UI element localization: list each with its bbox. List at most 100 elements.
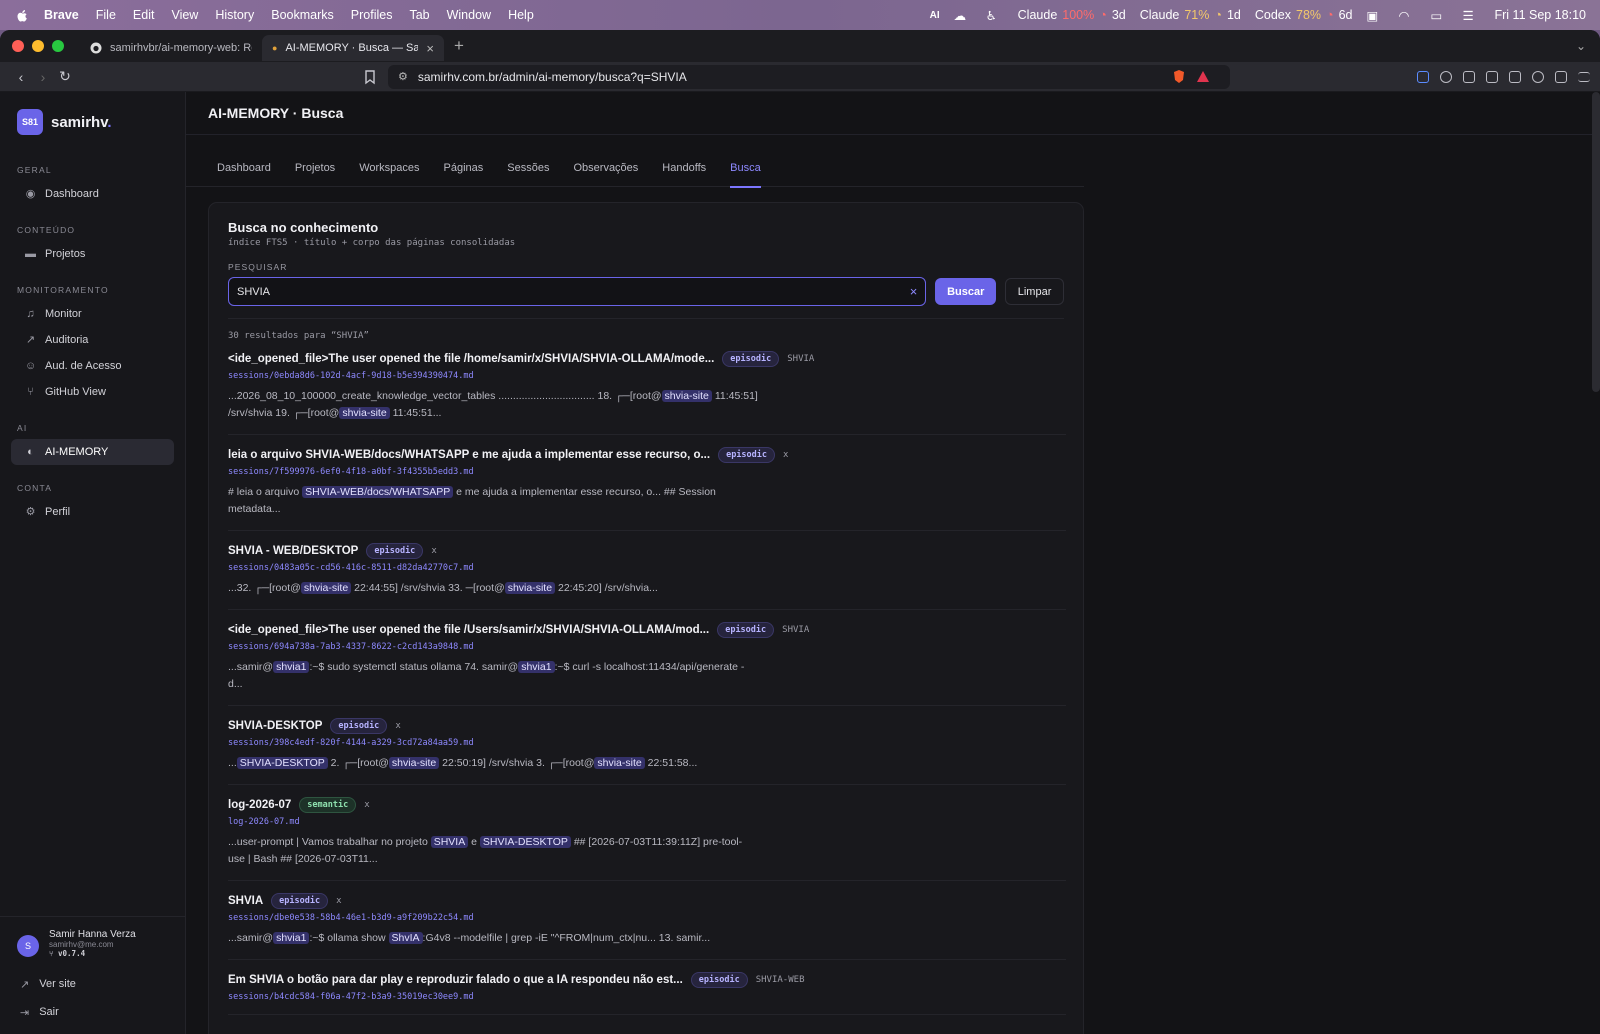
briefcase-icon[interactable]: ▣ [1367, 8, 1385, 23]
claude-usage-2[interactable]: Claude 71% ◔ 1d [1140, 8, 1241, 22]
bookmark-icon[interactable] [362, 69, 378, 85]
menu-file[interactable]: File [96, 8, 116, 22]
leo-ai-icon[interactable] [1532, 70, 1544, 83]
result-title[interactable]: SHVIA-DESKTOP [228, 720, 322, 732]
apple-icon[interactable] [14, 7, 30, 23]
menu-history[interactable]: History [215, 8, 254, 22]
brave-rewards-icon[interactable] [1196, 69, 1210, 84]
tab-dashboard[interactable]: Dashboard [217, 162, 271, 187]
result-title[interactable]: leia o arquivo SHVIA-WEB/docs/WHATSAPP e… [228, 449, 710, 461]
claude-usage-1[interactable]: Claude 100% ◔ 3d [1018, 8, 1126, 22]
tab-handoffs[interactable]: Handoffs [662, 162, 706, 187]
site-settings-icon[interactable]: ⚙ [398, 70, 408, 83]
result-title[interactable]: Em SHVIA o botão para dar play e reprodu… [228, 974, 683, 986]
extension-icon[interactable] [1417, 70, 1429, 83]
search-input[interactable]: SHVIA × [228, 277, 927, 306]
sidebar-item-github-view[interactable]: ⑂ GitHub View [11, 379, 174, 405]
browser-tab-github[interactable]: samirhvbr/ai-memory-web: Read-o [80, 35, 262, 61]
vpn-icon[interactable] [1440, 70, 1452, 83]
menu-view[interactable]: View [171, 8, 198, 22]
tab-sessoes[interactable]: Sessões [507, 162, 549, 187]
menu-app-name[interactable]: Brave [44, 8, 79, 22]
wifi-icon[interactable]: ◠ [1399, 8, 1417, 23]
new-tab-icon[interactable]: + [454, 36, 464, 56]
result-title[interactable]: <ide_opened_file>The user opened the fil… [228, 353, 714, 365]
wallet-icon[interactable] [1509, 70, 1521, 83]
result-path[interactable]: sessions/0ebda8d6-102d-4acf-9d18-b5e3943… [228, 371, 1066, 381]
codex-usage[interactable]: Codex 78% ◔ 6d [1255, 8, 1353, 22]
clear-button[interactable]: Limpar [1005, 278, 1064, 305]
hamburger-menu-icon[interactable] [1578, 71, 1590, 82]
forward-icon[interactable]: › [32, 69, 54, 85]
sidebar-item-label: Aud. de Acesso [45, 360, 122, 372]
cloud-icon[interactable]: ☁ [954, 8, 972, 23]
menu-bookmarks[interactable]: Bookmarks [271, 8, 334, 22]
sidebar-item-dashboard[interactable]: ◉ Dashboard [11, 181, 174, 207]
sidebar-item-auditoria[interactable]: ↗ Auditoria [11, 327, 174, 353]
list-item[interactable]: SHVIA episodic x sessions/dbe0e538-58b4-46e… [228, 881, 1066, 960]
list-item[interactable]: SHVIA-DESKTOP episodic x sessions/398c4edf-… [228, 706, 1066, 785]
minimize-window-button[interactable] [32, 40, 44, 52]
menu-profiles[interactable]: Profiles [351, 8, 393, 22]
sidebar-item-monitor[interactable]: ♫ Monitor [11, 301, 174, 327]
sair-link[interactable]: ⇥ Sair [0, 998, 185, 1026]
result-path[interactable]: log-2026-07.md [228, 817, 1066, 827]
zoom-window-button[interactable] [52, 40, 64, 52]
address-bar[interactable]: ⚙ samirhv.com.br/admin/ai-memory/busca?q… [388, 64, 1230, 89]
tab-paginas[interactable]: Páginas [444, 162, 484, 187]
result-title[interactable]: SHVIA - WEB/DESKTOP [228, 545, 358, 557]
shield-icon[interactable] [1555, 70, 1567, 83]
search-heading: Busca no conhecimento [228, 220, 379, 235]
result-path[interactable]: sessions/7f599976-6ef0-4f18-a0bf-3f4355b… [228, 467, 1066, 477]
clock[interactable]: Fri 11 Sep 18:10 [1495, 8, 1587, 22]
tab-observacoes[interactable]: Observações [573, 162, 638, 187]
result-path[interactable]: sessions/694a738a-7ab3-4337-8622-c2cd143… [228, 642, 1066, 652]
search-button[interactable]: Buscar [935, 278, 997, 305]
brave-shield-icon[interactable] [1172, 69, 1186, 84]
browser-tab-active[interactable]: ● AI-MEMORY · Busca — Samirh × [262, 35, 444, 61]
list-item[interactable]: <ide_opened_file>The user opened the fil… [228, 341, 1066, 435]
ver-site-link[interactable]: ↗ Ver site [0, 970, 185, 998]
page-scrollbar[interactable] [1592, 92, 1600, 392]
result-title[interactable]: log-2026-07 [228, 799, 291, 811]
sidebar-item-projetos[interactable]: ▬ Projetos [11, 241, 174, 267]
control-center-icon[interactable]: ☰ [1463, 8, 1481, 23]
result-path[interactable]: sessions/0483a05c-cd56-416c-8511-d82da42… [228, 563, 1066, 573]
result-path[interactable]: sessions/dbe0e538-58b4-46e1-b3d9-a9f209b… [228, 913, 1066, 923]
back-icon[interactable]: ‹ [10, 69, 32, 85]
menu-help[interactable]: Help [508, 8, 534, 22]
chevron-down-icon[interactable]: ⌄ [1576, 39, 1586, 53]
user-card[interactable]: S Samir Hanna Verza samirhv@me.com ⑂ v0.… [0, 916, 185, 970]
close-tab-icon[interactable]: × [426, 41, 434, 56]
battery-icon[interactable]: ▭ [1431, 8, 1449, 23]
brand[interactable]: S81 samirhv. [0, 92, 185, 135]
list-item[interactable]: SHVIA - WEB/DESKTOP episodic x sessions/048… [228, 531, 1066, 610]
reload-icon[interactable]: ↻ [54, 68, 76, 85]
puzzle-icon[interactable] [1463, 70, 1475, 83]
sidebar-toggle-icon[interactable] [1486, 70, 1498, 83]
accessibility-icon[interactable]: ♿ [986, 8, 1004, 23]
list-item[interactable]: Em SHVIA o botão para dar play e reprodu… [228, 960, 1066, 1015]
tab-workspaces[interactable]: Workspaces [359, 162, 419, 187]
snippet-text: ...samir@ [228, 932, 274, 944]
result-path[interactable]: sessions/b4cdc584-f06a-47f2-b3a9-35019ec… [228, 992, 1066, 1002]
tab-busca[interactable]: Busca [730, 162, 761, 188]
sidebar-item-ai-memory[interactable]: ◐ AI-MEMORY [11, 439, 174, 465]
result-title[interactable]: <ide_opened_file>The user opened the fil… [228, 624, 709, 636]
sidebar-item-aud-acesso[interactable]: ☺ Aud. de Acesso [11, 353, 174, 379]
close-window-button[interactable] [12, 40, 24, 52]
tab-projetos[interactable]: Projetos [295, 162, 335, 187]
clear-input-icon[interactable]: × [910, 284, 918, 299]
result-title[interactable]: SHVIA [228, 895, 263, 907]
menu-window[interactable]: Window [447, 8, 491, 22]
sidebar-item-perfil[interactable]: ⚙ Perfil [11, 499, 174, 525]
memory-type-badge: episodic [690, 972, 748, 988]
list-item[interactable]: log-2026-07 semantic x log-2026-07.md ...use… [228, 785, 1066, 881]
menu-tab[interactable]: Tab [409, 8, 429, 22]
list-item[interactable]: leia o arquivo SHVIA-WEB/docs/WHATSAPP e… [228, 435, 1066, 531]
menu-edit[interactable]: Edit [133, 8, 155, 22]
ai-status[interactable]: AI [930, 10, 940, 21]
monitor-icon: ♫ [26, 307, 35, 320]
list-item[interactable]: <ide_opened_file>The user opened the fil… [228, 610, 1066, 706]
result-path[interactable]: sessions/398c4edf-820f-4144-a329-3cd72a8… [228, 738, 1066, 748]
